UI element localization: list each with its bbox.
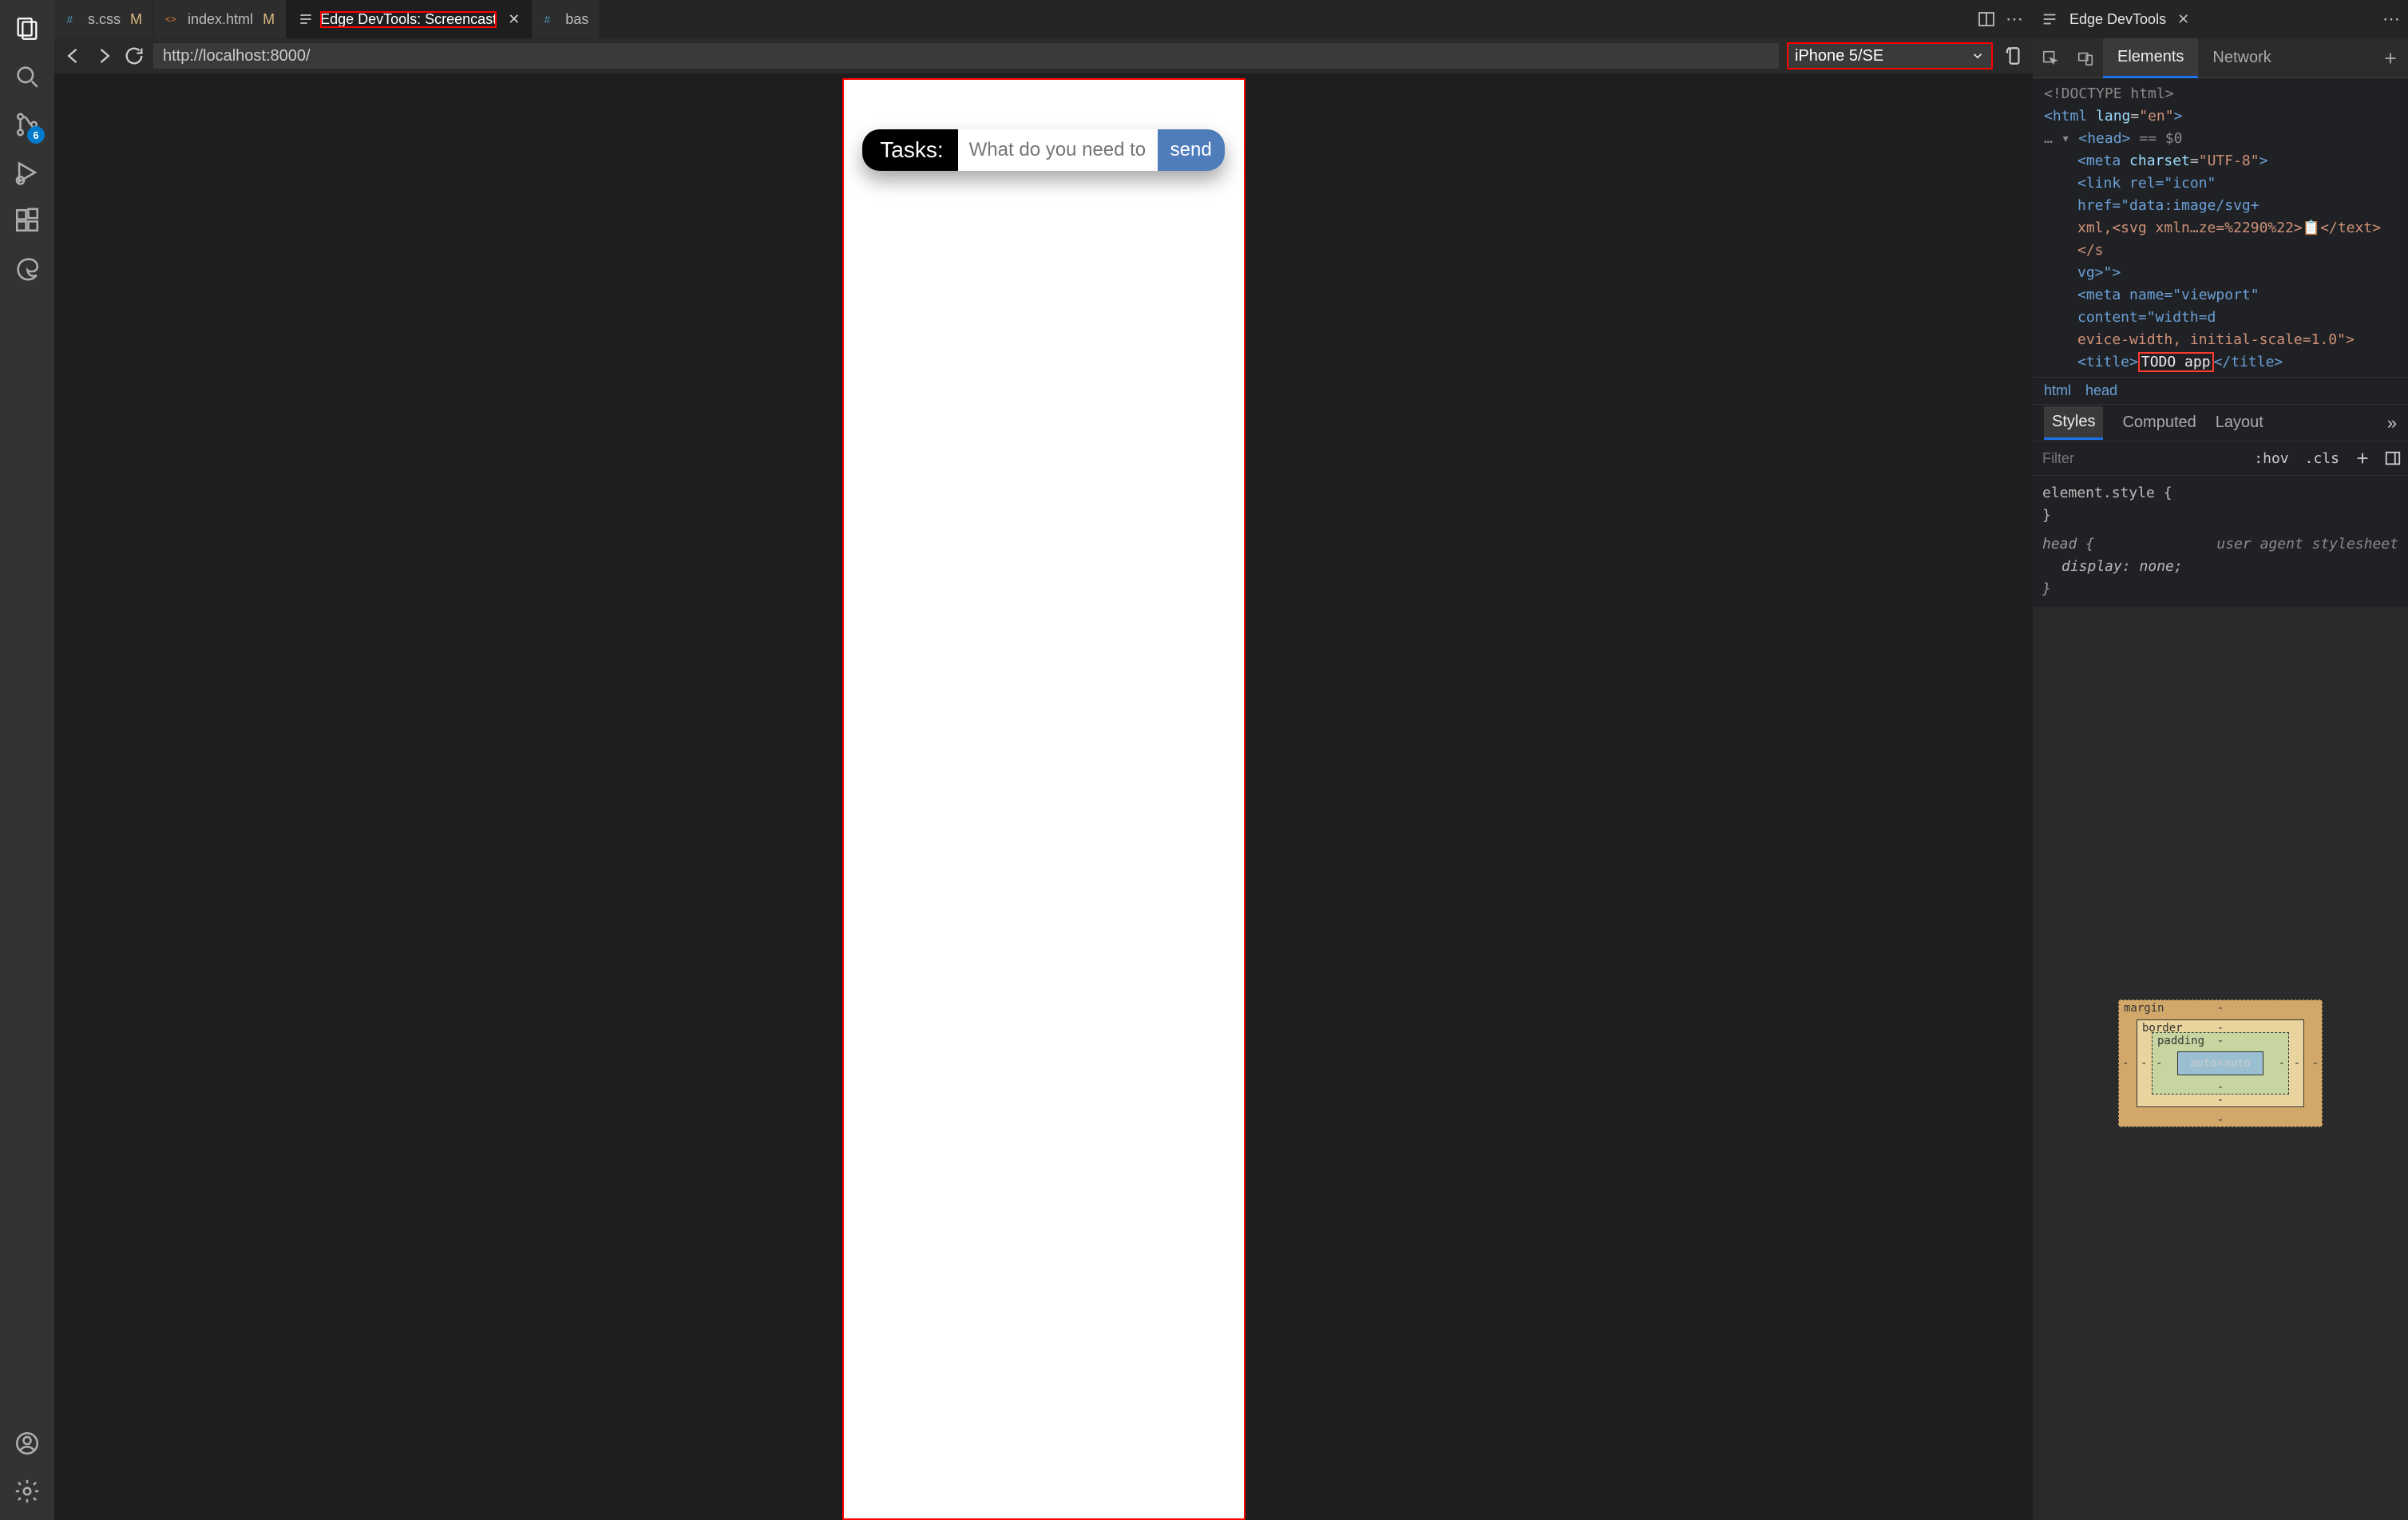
screencast-area: Tasks: send: [54, 73, 2033, 1520]
screencast-toolbar: iPhone 5/SE: [54, 38, 2033, 73]
devtools-panel: Edge DevTools ✕ ⋯ Elements Network <!DOC…: [2033, 0, 2408, 1520]
tab-label: index.html: [188, 11, 253, 28]
tab-base-css[interactable]: # bas: [532, 0, 600, 38]
tab-label: s.css: [88, 11, 121, 28]
edge-icon[interactable]: [0, 244, 54, 292]
html-file-icon: <>: [165, 11, 181, 27]
modified-indicator: M: [263, 11, 275, 28]
editor-tab-bar: # s.css M <> index.html M Edge DevTools:…: [54, 0, 2033, 38]
activity-bar: 6: [0, 0, 54, 1520]
hov-toggle[interactable]: :hov: [2246, 450, 2296, 467]
breadcrumb: html head: [2033, 377, 2408, 404]
inspect-icon[interactable]: [2033, 38, 2068, 78]
chevron-down-icon: [1970, 49, 1985, 63]
device-emulation-select[interactable]: iPhone 5/SE: [1787, 42, 1993, 69]
emulated-viewport: Tasks: send: [842, 78, 1246, 1520]
settings-gear-icon[interactable]: [0, 1467, 54, 1515]
crumb-html[interactable]: html: [2044, 382, 2071, 399]
tab-elements[interactable]: Elements: [2103, 38, 2198, 78]
styles-filter-row: :hov .cls: [2033, 441, 2408, 476]
dom-doctype: <!DOCTYPE html>: [2044, 85, 2174, 102]
css-file-icon: #: [543, 11, 559, 27]
scm-badge: 6: [27, 126, 45, 144]
tab-screencast[interactable]: Edge DevTools: Screencast ✕: [287, 0, 532, 38]
run-debug-icon[interactable]: [0, 148, 54, 196]
svg-text:#: #: [67, 14, 73, 26]
back-icon[interactable]: [62, 45, 85, 67]
source-control-icon[interactable]: 6: [0, 101, 54, 148]
subtab-styles[interactable]: Styles: [2044, 406, 2103, 440]
title-text: TODO app: [2138, 352, 2214, 372]
reload-icon[interactable]: [123, 45, 145, 67]
url-input[interactable]: [153, 43, 1779, 69]
devtools-toolbar: Elements Network: [2033, 38, 2408, 78]
tab-label: bas: [565, 11, 588, 28]
cls-toggle[interactable]: .cls: [2297, 450, 2347, 467]
more-icon[interactable]: ⋯: [2006, 9, 2023, 30]
todo-label: Tasks:: [862, 129, 957, 171]
todo-input[interactable]: [958, 129, 1158, 171]
modified-indicator: M: [130, 11, 142, 28]
styles-subtabs: Styles Computed Layout »: [2033, 404, 2408, 441]
screencast-icon: [298, 11, 314, 27]
crumb-head[interactable]: head: [2085, 382, 2117, 399]
new-style-rule-icon[interactable]: [2354, 449, 2371, 467]
tab-index-html[interactable]: <> index.html M: [154, 0, 287, 38]
more-icon[interactable]: ⋯: [2382, 9, 2400, 30]
tab-network[interactable]: Network: [2198, 38, 2285, 78]
rotate-icon[interactable]: [2004, 46, 2025, 66]
tab-styles-css[interactable]: # s.css M: [54, 0, 154, 38]
explorer-icon[interactable]: [0, 5, 54, 53]
accounts-icon[interactable]: [0, 1419, 54, 1467]
box-model[interactable]: margin - - - - border - - - - padding - …: [2033, 607, 2408, 1520]
toggle-sidebar-icon[interactable]: [2384, 449, 2402, 467]
dom-tree[interactable]: <!DOCTYPE html> <html lang="en"> … ▾ <he…: [2033, 78, 2408, 377]
device-name: iPhone 5/SE: [1795, 47, 1883, 65]
devtools-icon: [2041, 10, 2058, 28]
todo-form: Tasks: send: [862, 129, 1224, 171]
split-editor-icon[interactable]: [1977, 10, 1996, 29]
svg-text:#: #: [545, 14, 551, 26]
send-button[interactable]: send: [1158, 129, 1225, 171]
extensions-icon[interactable]: [0, 196, 54, 244]
subtab-computed[interactable]: Computed: [2122, 414, 2196, 432]
devtools-tab-title: Edge DevTools: [2069, 11, 2166, 28]
close-icon[interactable]: ✕: [2177, 11, 2189, 28]
search-icon[interactable]: [0, 53, 54, 101]
device-toggle-icon[interactable]: [2068, 38, 2103, 78]
styles-filter-input[interactable]: [2033, 450, 2246, 467]
tab-actions: ⋯: [1967, 0, 2033, 38]
styles-body[interactable]: element.style { } head { user agent styl…: [2033, 476, 2408, 607]
close-icon[interactable]: ✕: [508, 11, 520, 28]
tab-label: Edge DevTools: Screencast: [320, 11, 497, 28]
more-tabs-icon[interactable]: »: [2387, 413, 2397, 433]
svg-text:<>: <>: [165, 14, 176, 25]
css-file-icon: #: [65, 11, 81, 27]
new-tab-icon[interactable]: [2373, 38, 2408, 78]
forward-icon[interactable]: [93, 45, 115, 67]
devtools-tab[interactable]: Edge DevTools ✕ ⋯: [2033, 0, 2408, 38]
subtab-layout[interactable]: Layout: [2216, 414, 2263, 432]
